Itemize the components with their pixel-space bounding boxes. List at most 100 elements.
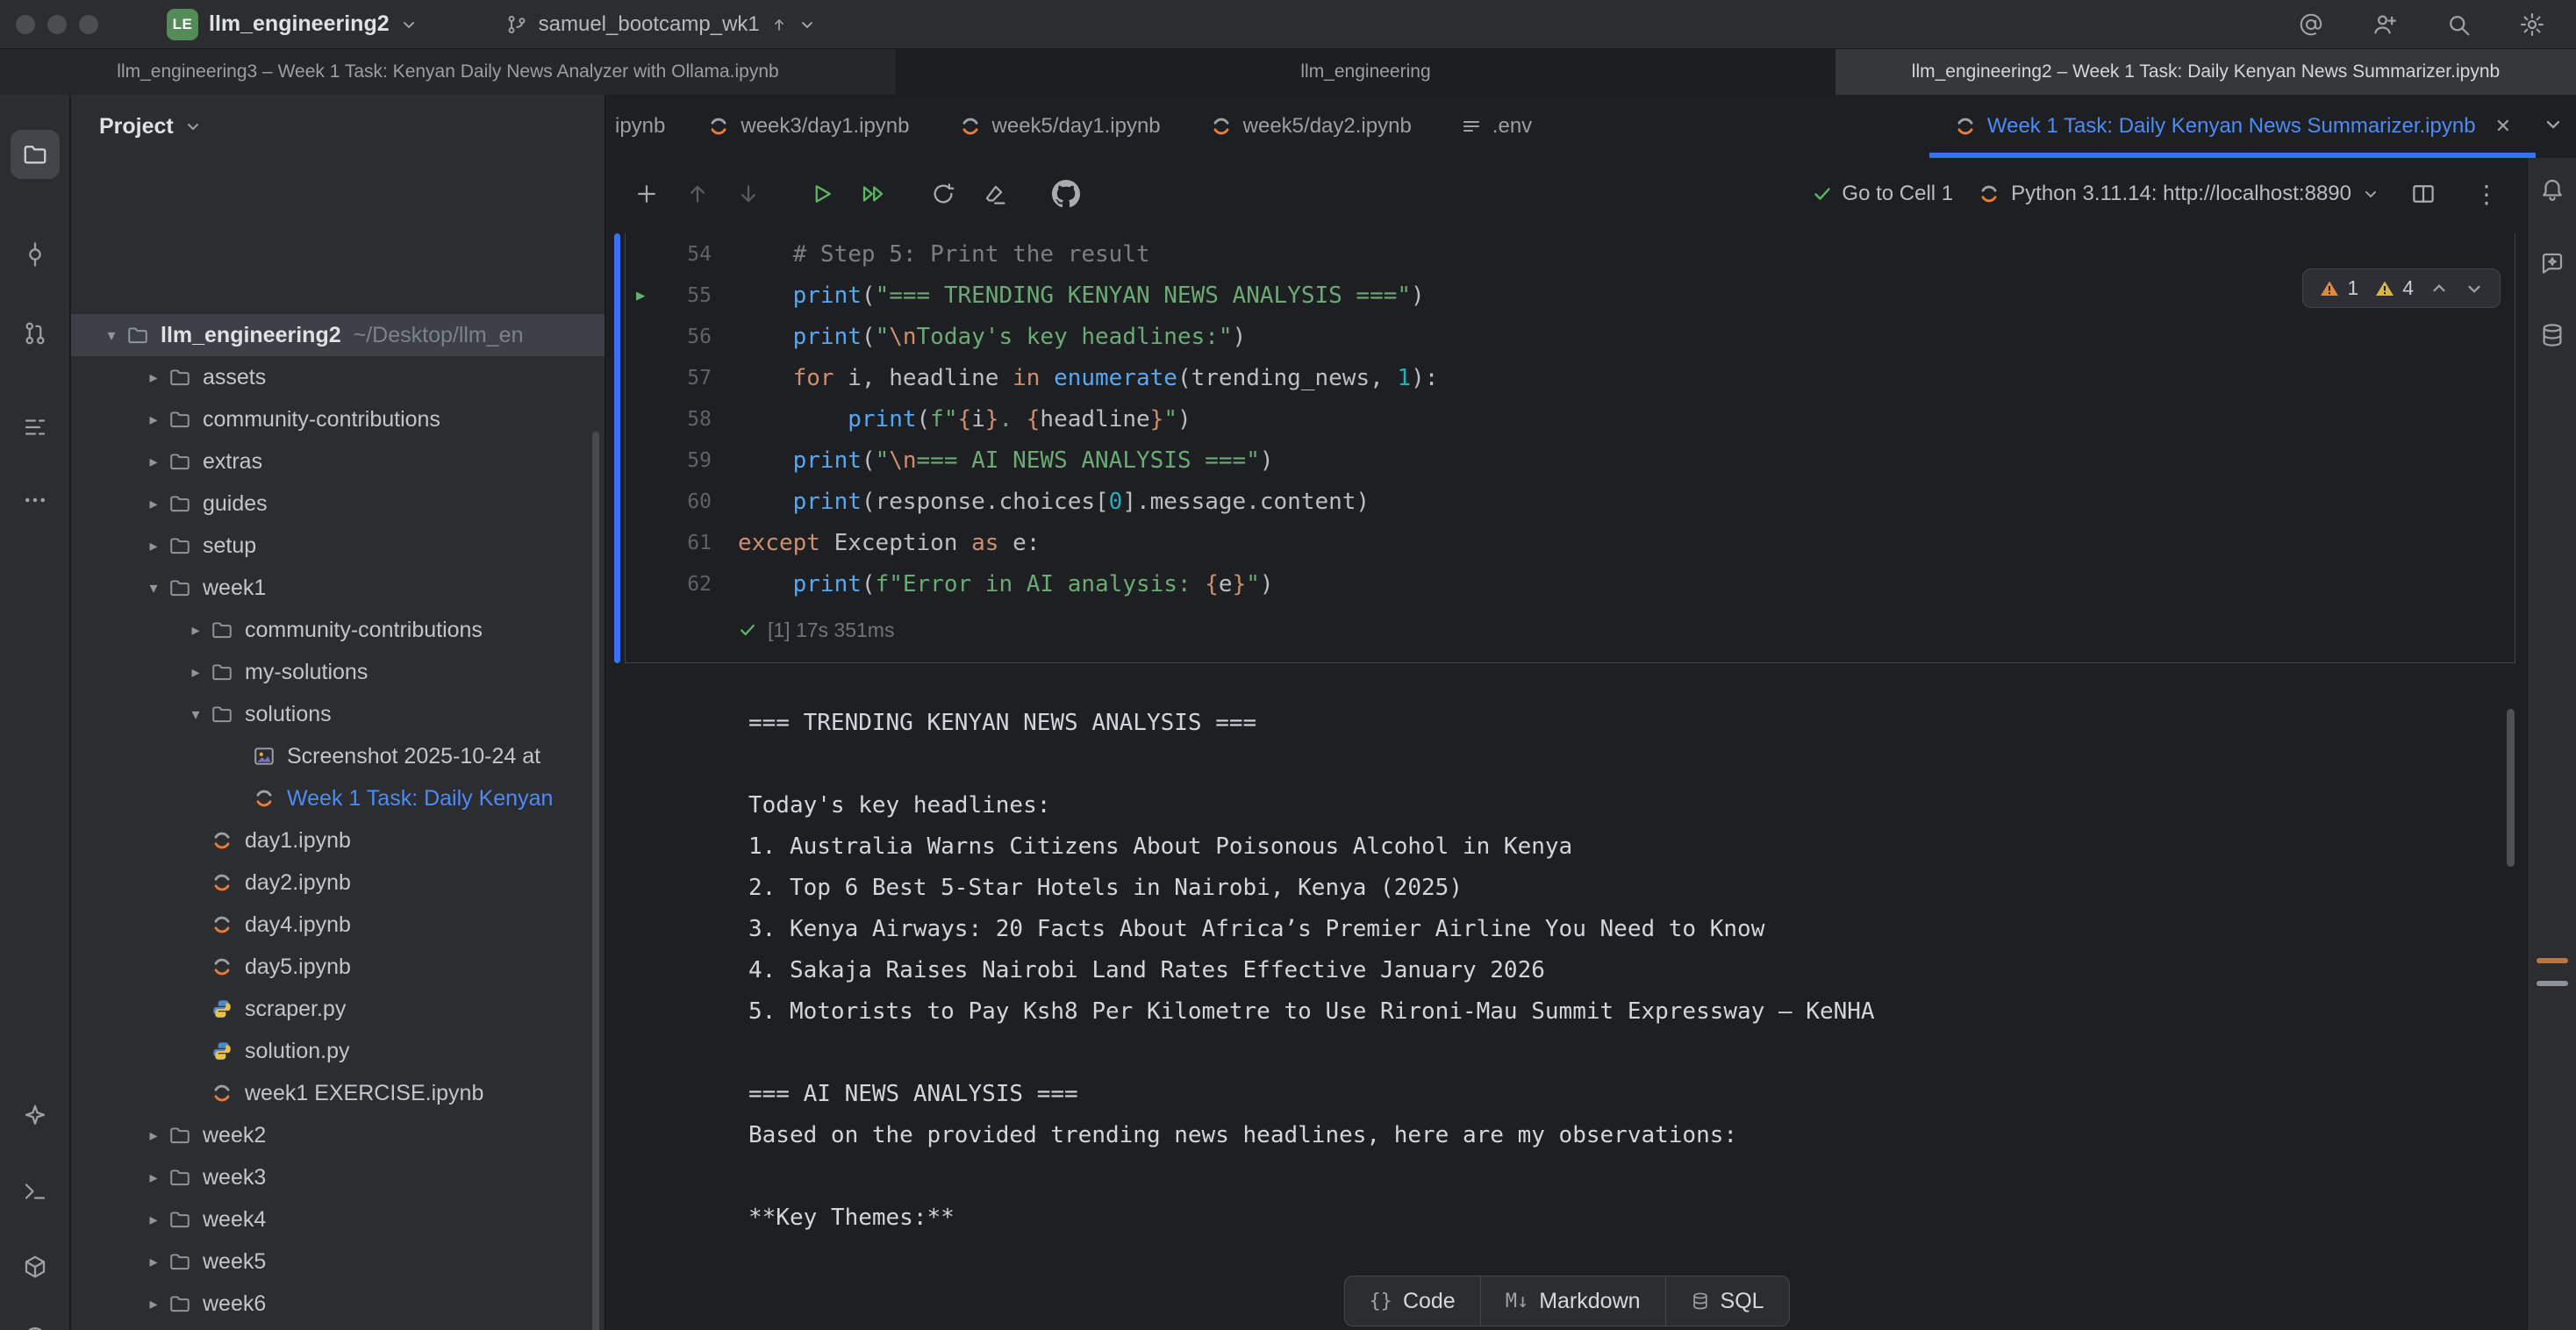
code-line[interactable]: for i, headline in enumerate(trending_ne… bbox=[738, 357, 2515, 398]
add-code-cell-button[interactable]: {}Code bbox=[1344, 1276, 1480, 1326]
chevron-down-icon: ▾ bbox=[141, 579, 166, 597]
tree-item-week1[interactable]: ▾week1 bbox=[71, 567, 605, 609]
more-options-button[interactable]: ⋮ bbox=[2467, 175, 2506, 213]
warning-badge-1[interactable]: 1 bbox=[2319, 276, 2358, 300]
window-tab[interactable]: llm_engineering bbox=[897, 49, 1835, 95]
branch-widget[interactable]: samuel_bootcamp_wk1 bbox=[497, 9, 825, 40]
window-tab[interactable]: llm_engineering2 – Week 1 Task: Daily Ke… bbox=[1835, 49, 2576, 95]
run-cell-button[interactable] bbox=[803, 175, 841, 213]
run-all-cells-button[interactable] bbox=[854, 175, 892, 213]
commit-icon[interactable] bbox=[11, 230, 60, 279]
code-line[interactable]: print("=== TRENDING KENYAN NEWS ANALYSIS… bbox=[738, 275, 2515, 316]
tree-item-scraper-py[interactable]: scraper.py bbox=[71, 988, 605, 1030]
output-line: 4. Sakaja Raises Nairobi Land Rates Effe… bbox=[748, 949, 1875, 990]
tree-item-solutions[interactable]: ▾solutions bbox=[71, 693, 605, 735]
pull-requests-icon[interactable] bbox=[11, 309, 60, 358]
editor-tab-week-1-task-daily-kenyan-news-summarizer-ipynb[interactable]: Week 1 Task: Daily Kenyan News Summarize… bbox=[1929, 95, 2536, 158]
tree-item-week4[interactable]: ▸week4 bbox=[71, 1198, 605, 1241]
next-problem-button[interactable] bbox=[2465, 279, 2484, 298]
tree-item-my-solutions[interactable]: ▸my-solutions bbox=[71, 651, 605, 693]
project-icon[interactable] bbox=[11, 130, 60, 179]
code-line[interactable]: # Step 5: Print the result bbox=[738, 233, 2515, 275]
code-line[interactable]: print(f"Error in AI analysis: {e}") bbox=[738, 563, 2515, 604]
tree-item-assets[interactable]: ▸assets bbox=[71, 356, 605, 398]
error-stripe-warning-mark[interactable] bbox=[2537, 958, 2568, 963]
structure-icon[interactable] bbox=[11, 403, 60, 452]
github-button[interactable] bbox=[1047, 175, 1085, 213]
hidden-tabs-button[interactable] bbox=[2543, 114, 2564, 139]
tree-item-day5-ipynb[interactable]: day5.ipynb bbox=[71, 946, 605, 988]
inspections-widget[interactable]: 1 4 bbox=[2302, 268, 2501, 308]
code-line[interactable]: print(response.choices[0].message.conten… bbox=[738, 481, 2515, 522]
warning-icon bbox=[2374, 278, 2395, 299]
move-cell-up-button[interactable] bbox=[678, 175, 717, 213]
project-tree-scrollbar[interactable] bbox=[592, 432, 599, 1330]
close-window-button[interactable] bbox=[16, 15, 35, 34]
ai-assistant-icon[interactable] bbox=[11, 1091, 60, 1141]
editor-tab-week3-day1-ipynb[interactable]: week3/day1.ipynb bbox=[683, 95, 934, 158]
code-with-me-icon[interactable] bbox=[2365, 5, 2404, 44]
notifications-icon[interactable] bbox=[2533, 170, 2572, 209]
terminal-icon[interactable] bbox=[11, 1167, 60, 1216]
tree-item-label: week2 bbox=[203, 1123, 266, 1148]
code-cell[interactable]: 54▶5556575859606162 # Step 5: Print the … bbox=[625, 233, 2515, 663]
ai-chat-icon[interactable] bbox=[2533, 244, 2572, 282]
search-icon[interactable] bbox=[2439, 5, 2478, 44]
tree-item-screenshot-2025-10-24-at[interactable]: Screenshot 2025-10-24 at bbox=[71, 735, 605, 777]
warning-badge-2[interactable]: 4 bbox=[2374, 276, 2414, 300]
tree-item-week-1-task-daily-kenyan[interactable]: Week 1 Task: Daily Kenyan bbox=[71, 777, 605, 819]
add-cell-button[interactable] bbox=[627, 175, 666, 213]
code-editor[interactable]: # Step 5: Print the result print("=== TR… bbox=[729, 233, 2515, 604]
assistant-icon[interactable] bbox=[2292, 5, 2330, 44]
settings-icon[interactable] bbox=[2513, 5, 2551, 44]
window-tab[interactable]: llm_engineering3 – Week 1 Task: Kenyan D… bbox=[0, 49, 897, 95]
move-cell-down-button[interactable] bbox=[729, 175, 768, 213]
editor-tab-env[interactable]: .env bbox=[1436, 95, 1556, 158]
database-icon[interactable] bbox=[2533, 316, 2572, 354]
tree-item-week2[interactable]: ▸week2 bbox=[71, 1114, 605, 1156]
project-widget[interactable]: LE llm_engineering2 bbox=[158, 5, 426, 44]
more-icon[interactable] bbox=[11, 476, 60, 525]
tree-item-day2-ipynb[interactable]: day2.ipynb bbox=[71, 862, 605, 904]
add-markdown-cell-button[interactable]: M↓Markdown bbox=[1481, 1276, 1666, 1326]
tree-item-week6[interactable]: ▸week6 bbox=[71, 1283, 605, 1325]
code-line[interactable]: print("\n=== AI NEWS ANALYSIS ===") bbox=[738, 440, 2515, 481]
services-icon[interactable] bbox=[11, 1312, 60, 1330]
tree-item-week5[interactable]: ▸week5 bbox=[71, 1241, 605, 1283]
editor-tab-ipynb[interactable]: ipynb bbox=[606, 95, 683, 158]
tree-item-week1-exercise-ipynb[interactable]: week1 EXERCISE.ipynb bbox=[71, 1072, 605, 1114]
add-sql-cell-button[interactable]: SQL bbox=[1666, 1276, 1789, 1326]
code-line[interactable]: print(f"{i}. {headline}") bbox=[738, 398, 2515, 440]
tree-item-day4-ipynb[interactable]: day4.ipynb bbox=[71, 904, 605, 946]
output-scrollbar[interactable] bbox=[2507, 709, 2515, 867]
previous-problem-button[interactable] bbox=[2429, 279, 2449, 298]
kernel-selector[interactable]: Python 3.11.14: http://localhost:8890 bbox=[1978, 182, 2379, 206]
zoom-window-button[interactable] bbox=[79, 15, 98, 34]
line-number: 61 bbox=[687, 532, 712, 554]
tree-item-day1-ipynb[interactable]: day1.ipynb bbox=[71, 819, 605, 862]
tree-item-community-contributions[interactable]: ▸community-contributions bbox=[71, 398, 605, 440]
tree-item-setup[interactable]: ▸setup bbox=[71, 525, 605, 567]
restart-kernel-button[interactable] bbox=[924, 175, 962, 213]
tree-item-week7[interactable]: ▸week7 bbox=[71, 1325, 605, 1330]
run-line-icon[interactable]: ▶ bbox=[636, 287, 645, 304]
tree-item-guides[interactable]: ▸guides bbox=[71, 483, 605, 525]
split-editor-button[interactable] bbox=[2404, 175, 2443, 213]
go-to-cell-button[interactable]: Go to Cell 1 bbox=[1812, 182, 1953, 206]
close-icon[interactable]: ✕ bbox=[2495, 115, 2511, 138]
gutter-line: 57 bbox=[626, 357, 729, 398]
code-line[interactable]: print("\nToday's key headlines:") bbox=[738, 316, 2515, 357]
clear-outputs-button[interactable] bbox=[975, 175, 1013, 213]
code-line[interactable]: except Exception as e: bbox=[738, 522, 2515, 563]
tree-item-week3[interactable]: ▸week3 bbox=[71, 1156, 605, 1198]
tree-item-extras[interactable]: ▸extras bbox=[71, 440, 605, 483]
python-packages-icon[interactable] bbox=[11, 1242, 60, 1291]
editor-tab-week5-day2-ipynb[interactable]: week5/day2.ipynb bbox=[1185, 95, 1436, 158]
minimize-window-button[interactable] bbox=[47, 15, 67, 34]
project-panel-header[interactable]: Project bbox=[71, 95, 605, 158]
error-stripe-mark[interactable] bbox=[2537, 981, 2568, 986]
editor-tab-week5-day1-ipynb[interactable]: week5/day1.ipynb bbox=[934, 95, 1185, 158]
tree-item-community-contributions[interactable]: ▸community-contributions bbox=[71, 609, 605, 651]
tree-item-solution-py[interactable]: solution.py bbox=[71, 1030, 605, 1072]
tree-item-llm-engineering2[interactable]: ▾llm_engineering2~/Desktop/llm_en bbox=[71, 314, 605, 356]
